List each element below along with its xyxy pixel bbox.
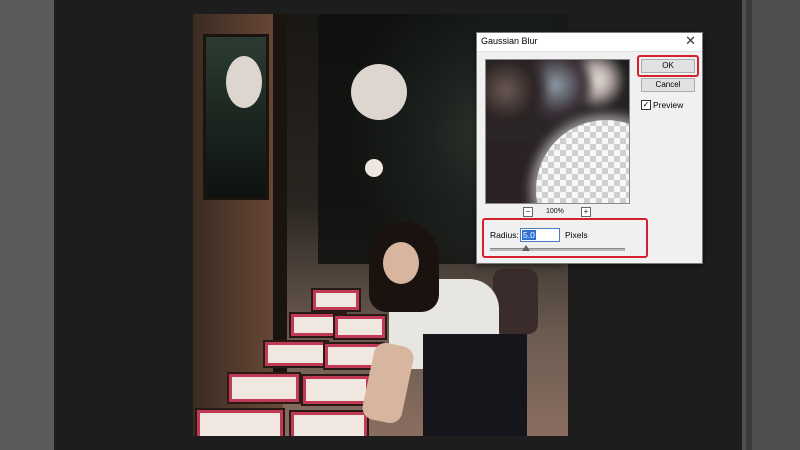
radius-highlight: Radius: 5.0 Pixels <box>482 218 648 258</box>
zoom-level: 100% <box>546 208 564 215</box>
image-pillar <box>273 14 287 374</box>
right-panel <box>742 0 800 450</box>
checkmark-icon[interactable]: ✓ <box>641 100 651 110</box>
preview-label: Preview <box>653 100 684 110</box>
radius-slider-thumb[interactable] <box>522 245 530 251</box>
image-person-skirt <box>423 334 527 436</box>
gaussian-blur-dialog: Gaussian Blur ✕ − 100% + OK Cancel ✓ Pre… <box>476 32 703 264</box>
image-lamp <box>365 159 383 177</box>
radius-value: 5.0 <box>522 230 536 240</box>
radius-label: Radius: <box>490 230 519 240</box>
image-frame <box>229 374 299 402</box>
image-person-face <box>383 242 419 284</box>
blur-preview[interactable] <box>485 59 630 204</box>
zoom-out-button[interactable]: − <box>523 207 533 217</box>
radius-slider-track[interactable] <box>490 248 625 251</box>
image-sign <box>351 64 407 120</box>
radius-unit-label: Pixels <box>565 230 588 240</box>
image-sign <box>226 56 262 108</box>
zoom-in-button[interactable]: + <box>581 207 591 217</box>
image-frame <box>291 412 367 436</box>
image-frame <box>313 290 359 310</box>
image-frame <box>197 410 283 436</box>
panel-scrollbar[interactable] <box>746 0 752 450</box>
ok-button-highlight <box>637 55 699 77</box>
dialog-titlebar[interactable]: Gaussian Blur ✕ <box>477 33 702 52</box>
image-frame <box>335 316 385 338</box>
close-icon[interactable]: ✕ <box>685 34 696 48</box>
radius-input[interactable]: 5.0 <box>520 228 560 242</box>
image-backpack <box>493 269 538 334</box>
image-frame <box>265 342 327 366</box>
left-panel <box>0 0 54 450</box>
image-frame <box>303 376 369 404</box>
cancel-button[interactable]: Cancel <box>641 78 695 92</box>
dialog-title: Gaussian Blur <box>481 36 538 46</box>
preview-checkbox[interactable]: ✓ Preview <box>641 100 683 110</box>
